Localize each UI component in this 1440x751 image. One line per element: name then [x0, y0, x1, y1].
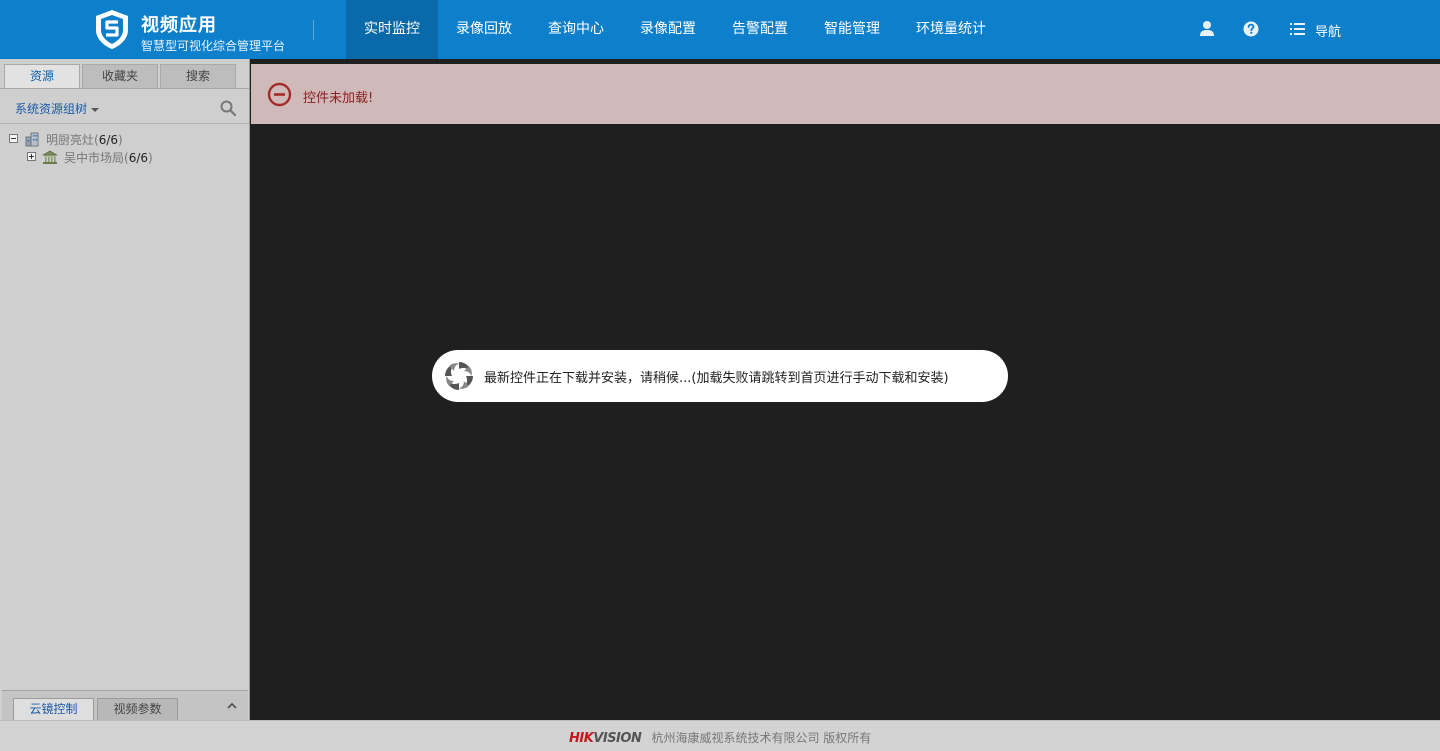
- footer-content: HIKVISION 杭州海康威视系统技术有限公司 版权所有: [569, 729, 871, 746]
- loading-spinner-icon: [445, 362, 473, 390]
- stop-icon: [267, 82, 292, 107]
- collapse-toggle-icon[interactable]: [9, 134, 18, 143]
- bottom-panel-tabs: 云镜控制 视频参数: [2, 690, 248, 721]
- page-footer: HIKVISION 杭州海康威视系统技术有限公司 版权所有: [0, 720, 1440, 751]
- tab-ptz-control[interactable]: 云镜控制: [13, 698, 94, 721]
- plugin-alert-banner: 控件未加载!: [251, 64, 1440, 124]
- copyright-text: 杭州海康威视系统技术有限公司 版权所有: [651, 731, 872, 745]
- tab-favorites[interactable]: 收藏夹: [82, 64, 158, 89]
- tab-resources[interactable]: 资源: [4, 64, 80, 89]
- nav-item-playback[interactable]: 录像回放: [438, 0, 530, 59]
- header-divider: [313, 20, 314, 40]
- tree-node[interactable]: 明厨亮灶(6/6): [8, 130, 208, 148]
- nav-item-alarm-config[interactable]: 告警配置: [714, 0, 806, 59]
- user-icon[interactable]: [1197, 19, 1217, 39]
- tree-node-label: 明厨亮灶(6/6): [46, 133, 123, 147]
- app-title: 视频应用: [141, 15, 217, 36]
- resource-tree: 明厨亮灶(6/6) 吴中市场局(6/6): [8, 130, 208, 166]
- resource-group-dropdown[interactable]: 系统资源组树: [15, 100, 100, 117]
- tree-node[interactable]: 吴中市场局(6/6): [8, 148, 208, 166]
- main-nav: 实时监控 录像回放 查询中心 录像配置 告警配置 智能管理 环境量统计: [346, 0, 1004, 59]
- nav-item-environment-stats[interactable]: 环境量统计: [898, 0, 1004, 59]
- resource-group-label: 系统资源组树: [15, 102, 88, 116]
- building-group-icon: [25, 132, 39, 147]
- tree-node-label: 吴中市场局(6/6): [64, 151, 153, 165]
- chevron-up-icon[interactable]: [226, 701, 238, 711]
- nav-menu-label[interactable]: 导航: [1315, 21, 1341, 40]
- video-player-area[interactable]: [251, 124, 1440, 720]
- top-header: 视频应用 智慧型可视化综合管理平台 实时监控 录像回放 查询中心 录像配置 告警…: [0, 0, 1440, 59]
- brand-vision: VISION: [593, 731, 642, 746]
- app-logo[interactable]: 视频应用 智慧型可视化综合管理平台: [92, 8, 322, 54]
- caret-down-icon: [91, 107, 100, 112]
- resource-sidebar: 资源 收藏夹 搜索 系统资源组树 明厨亮灶(6/6) 吴中市场局(6/6) 云镜…: [0, 59, 250, 721]
- group-selector-row: 系统资源组树: [0, 89, 249, 124]
- shield-logo-icon: [96, 10, 128, 49]
- app-subtitle: 智慧型可视化综合管理平台: [141, 39, 286, 53]
- hikvision-logo: HIKVISION: [569, 731, 642, 746]
- tab-search[interactable]: 搜索: [160, 64, 236, 89]
- nav-item-live-monitor[interactable]: 实时监控: [346, 0, 438, 59]
- plugin-install-toast: 最新控件正在下载并安装，请稍候...(加载失败请跳转到首页进行手动下载和安装): [432, 350, 1008, 402]
- toast-message: 最新控件正在下载并安装，请稍候...(加载失败请跳转到首页进行手动下载和安装): [484, 371, 949, 386]
- brand-hik: HIK: [569, 731, 594, 746]
- sidebar-tabs: 资源 收藏夹 搜索: [4, 64, 238, 89]
- tab-video-params[interactable]: 视频参数: [97, 698, 178, 721]
- nav-item-record-config[interactable]: 录像配置: [622, 0, 714, 59]
- nav-item-query-center[interactable]: 查询中心: [530, 0, 622, 59]
- help-icon[interactable]: [1241, 19, 1261, 39]
- expand-toggle-icon[interactable]: [27, 152, 36, 161]
- search-icon[interactable]: [219, 99, 237, 117]
- menu-icon[interactable]: [1288, 19, 1308, 39]
- nav-item-smart-management[interactable]: 智能管理: [806, 0, 898, 59]
- government-building-icon: [42, 150, 58, 164]
- alert-message: 控件未加载!: [303, 91, 374, 106]
